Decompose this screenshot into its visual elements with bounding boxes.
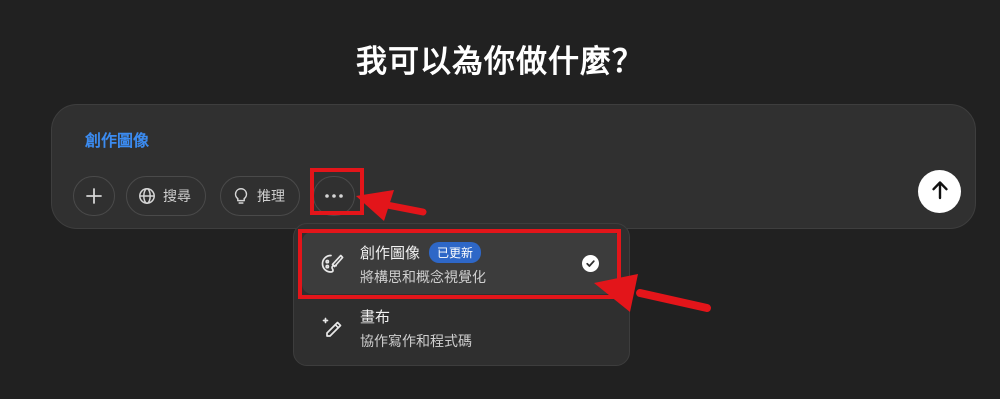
- menu-item-title-row: 畫布: [360, 306, 390, 327]
- palette-icon: [319, 251, 345, 277]
- menu-item-title: 創作圖像: [360, 244, 421, 262]
- more-icon: [324, 193, 344, 199]
- menu-item-create-image[interactable]: 創作圖像 已更新 將構思和概念視覺化: [302, 232, 621, 294]
- add-attachment-button[interactable]: [73, 176, 115, 216]
- menu-item-title-row: 創作圖像 已更新: [360, 242, 482, 263]
- menu-item-title: 畫布: [360, 308, 391, 326]
- globe-icon: [138, 187, 156, 205]
- lightbulb-icon: [232, 187, 250, 205]
- tools-menu: 創作圖像 已更新 將構思和概念視覺化 畫布 協作寫作和程式碼: [293, 223, 630, 366]
- plus-icon: [85, 187, 103, 205]
- composer-box[interactable]: 創作圖像 搜尋 推理: [51, 104, 976, 229]
- reasoning-button-label: 推理: [257, 189, 285, 205]
- search-button[interactable]: 搜尋: [126, 176, 206, 216]
- arrow-up-icon: [931, 180, 949, 204]
- pencil-sparkle-icon: [319, 315, 345, 341]
- send-button[interactable]: [918, 170, 961, 213]
- more-tools-button[interactable]: [313, 176, 355, 216]
- page-headline: 我可以為你做什麼？: [356, 44, 644, 80]
- reasoning-button[interactable]: 推理: [220, 176, 300, 216]
- menu-item-description: 協作寫作和程式碼: [360, 334, 472, 350]
- menu-item-canvas[interactable]: 畫布 協作寫作和程式碼: [302, 296, 621, 358]
- updated-badge: 已更新: [429, 242, 482, 263]
- search-button-label: 搜尋: [163, 189, 191, 205]
- check-icon: [582, 255, 599, 272]
- composer-input[interactable]: 創作圖像: [85, 127, 149, 151]
- menu-item-description: 將構思和概念視覺化: [360, 270, 486, 286]
